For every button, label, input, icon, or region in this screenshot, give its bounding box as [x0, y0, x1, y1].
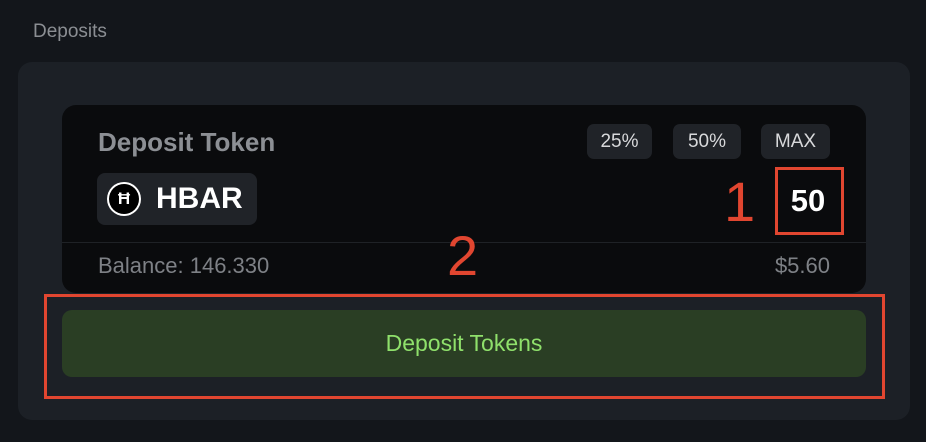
token-symbol: HBAR: [156, 182, 243, 215]
hbar-logo-glyph: Ħ: [109, 184, 139, 214]
hbar-logo-icon: Ħ: [107, 182, 141, 216]
balance-text: Balance: 146.330: [98, 253, 270, 278]
annotation-label-1: 1: [724, 170, 756, 233]
annotation-box-2: [44, 294, 885, 399]
max-button[interactable]: MAX: [761, 124, 830, 159]
percent-50-button[interactable]: 50%: [673, 124, 741, 159]
token-selector[interactable]: Ħ HBAR: [97, 173, 257, 225]
section-title: Deposits: [33, 21, 107, 42]
annotation-label-2: 2: [447, 224, 479, 287]
usd-value: $5.60: [774, 253, 830, 278]
annotation-box-1: [775, 167, 844, 235]
card-title: Deposit Token: [98, 127, 276, 157]
percent-25-button[interactable]: 25%: [587, 124, 652, 159]
